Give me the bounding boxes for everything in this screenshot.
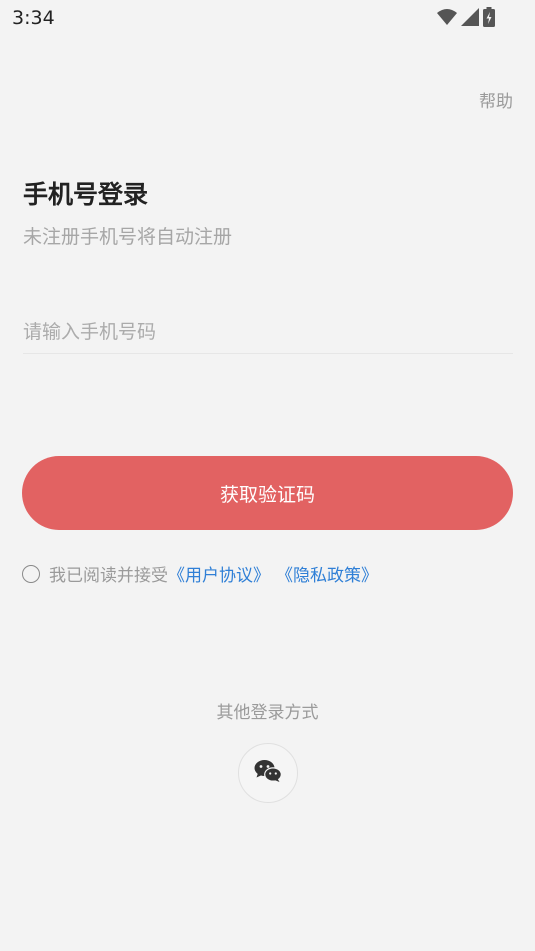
phone-field-wrapper [23, 312, 513, 354]
wechat-icon [254, 759, 282, 787]
agreement-row: 我已阅读并接受 《用户协议》 《隐私政策》 [22, 561, 378, 586]
agreement-prefix: 我已阅读并接受 [49, 566, 168, 586]
status-icons [437, 7, 495, 31]
agreement-checkbox[interactable] [22, 564, 40, 583]
help-link[interactable]: 帮助 [479, 87, 513, 112]
battery-charging-icon [483, 7, 495, 31]
status-time: 3:34 [12, 7, 55, 29]
status-bar: 3:34 [0, 0, 535, 36]
signal-icon [461, 8, 479, 30]
get-code-button[interactable]: 获取验证码 [22, 456, 513, 530]
wechat-login-button[interactable] [238, 743, 298, 803]
phone-input[interactable] [23, 312, 513, 352]
login-page: 3:34 帮助 手机号登录 未注册手机号将自动注册 获取验证码 我已阅读并接受 [0, 0, 535, 951]
wifi-icon [437, 9, 457, 29]
page-title: 手机号登录 [23, 180, 149, 209]
user-agreement-link[interactable]: 《用户协议》 [168, 561, 270, 586]
privacy-policy-link[interactable]: 《隐私政策》 [276, 561, 378, 586]
other-login-label: 其他登录方式 [216, 703, 319, 723]
page-subtitle: 未注册手机号将自动注册 [23, 226, 233, 248]
